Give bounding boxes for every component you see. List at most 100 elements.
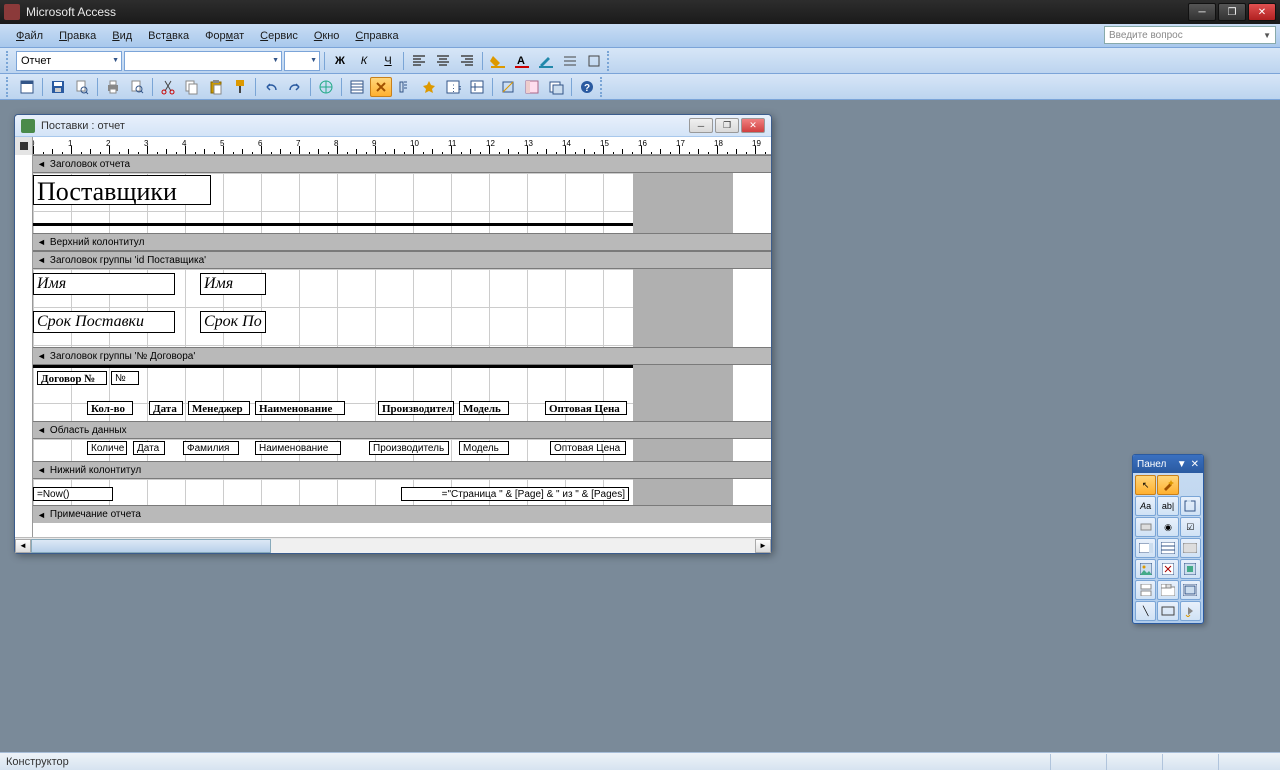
special-effect-button[interactable] xyxy=(583,51,605,71)
tool-label[interactable]: Aa xyxy=(1135,496,1156,516)
format-painter-button[interactable] xyxy=(229,77,251,97)
tool-rectangle[interactable] xyxy=(1157,601,1178,621)
menu-window[interactable]: Окно xyxy=(306,28,348,44)
hdr-qty[interactable]: Кол-во xyxy=(87,401,133,415)
contract-field[interactable]: № xyxy=(111,371,139,385)
child-minimize-button[interactable]: ─ xyxy=(689,118,713,133)
hdr-model[interactable]: Модель xyxy=(459,401,509,415)
tool-subform[interactable] xyxy=(1180,580,1201,600)
tool-pointer[interactable]: ↖ xyxy=(1135,475,1156,495)
section-report-footer[interactable]: ◄Примечание отчета xyxy=(33,505,771,523)
tool-bound-object[interactable] xyxy=(1180,559,1201,579)
toolbox-titlebar[interactable]: Панел ▼ ✕ xyxy=(1133,455,1203,473)
section-report-header[interactable]: ◄Заголовок отчета xyxy=(33,155,771,173)
font-combo[interactable]: ▼ xyxy=(124,51,282,71)
page-field[interactable]: ="Страница " & [Page] & " из " & [Pages] xyxy=(401,487,629,501)
toolbar-handle[interactable] xyxy=(6,51,11,71)
help-button[interactable]: ? xyxy=(576,77,598,97)
fld-model[interactable]: Модель xyxy=(459,441,509,455)
code-button[interactable]: ⋮≡ xyxy=(442,77,464,97)
tool-checkbox[interactable]: ☑ xyxy=(1180,517,1201,537)
section-report-header-body[interactable]: Поставщики xyxy=(33,173,733,233)
scroll-thumb[interactable] xyxy=(31,539,271,553)
section-group2-header-body[interactable]: Договор № № Кол-во Дата Менеджер Наимено… xyxy=(33,365,733,421)
insert-hyperlink-button[interactable] xyxy=(315,77,337,97)
tool-wizard[interactable] xyxy=(1157,475,1178,495)
fld-qty[interactable]: Количе xyxy=(87,441,127,455)
tool-unbound-object[interactable] xyxy=(1157,559,1178,579)
line-width-button[interactable] xyxy=(559,51,581,71)
toolbox-close-button[interactable]: ✕ xyxy=(1191,459,1199,470)
menu-insert[interactable]: Вставка xyxy=(140,28,197,44)
minimize-button[interactable]: ─ xyxy=(1188,3,1216,21)
align-left-button[interactable] xyxy=(408,51,430,71)
tool-option[interactable]: ◉ xyxy=(1157,517,1178,537)
object-combo[interactable]: Отчет▼ xyxy=(16,51,122,71)
section-group1-header[interactable]: ◄Заголовок группы 'id Поставщика' xyxy=(33,251,771,269)
fld-name[interactable]: Наименование xyxy=(255,441,341,455)
section-page-footer[interactable]: ◄Нижний колонтитул xyxy=(33,461,771,479)
fill-color-button[interactable] xyxy=(487,51,509,71)
delivery-label[interactable]: Срок Поставки xyxy=(33,311,175,333)
section-group2-header[interactable]: ◄Заголовок группы '№ Договора' xyxy=(33,347,771,365)
menu-file[interactable]: ФФайлайл xyxy=(8,28,51,44)
toolbar-end-handle-2[interactable] xyxy=(600,77,605,97)
line-control-2[interactable] xyxy=(33,365,633,368)
scroll-right-button[interactable]: ► xyxy=(755,539,771,553)
fld-surname[interactable]: Фамилия xyxy=(183,441,239,455)
menu-help[interactable]: Справка xyxy=(347,28,406,44)
menu-tools[interactable]: Сервис xyxy=(252,28,306,44)
new-object-button[interactable] xyxy=(545,77,567,97)
scroll-left-button[interactable]: ◄ xyxy=(15,539,31,553)
toolbox-window[interactable]: Панел ▼ ✕ ↖ Aa ab| ◉ ☑ ╲ xyxy=(1132,454,1204,624)
menu-view[interactable]: Вид xyxy=(104,28,140,44)
build-button[interactable] xyxy=(497,77,519,97)
fld-manuf[interactable]: Производитель xyxy=(369,441,449,455)
section-group1-header-body[interactable]: Имя Имя Срок Поставки Срок По xyxy=(33,269,733,347)
tool-toggle[interactable] xyxy=(1135,517,1156,537)
help-search-input[interactable]: Введите вопрос ▼ xyxy=(1104,26,1276,44)
italic-button[interactable]: К xyxy=(353,51,375,71)
report-titlebar[interactable]: Поставки : отчет ─ ❐ ✕ xyxy=(15,115,771,137)
tool-option-group[interactable] xyxy=(1180,496,1201,516)
maximize-button[interactable]: ❐ xyxy=(1218,3,1246,21)
design-area[interactable]: ◄Заголовок отчета Поставщики ◄Верхний ко… xyxy=(33,155,771,537)
toolbox-button[interactable] xyxy=(370,77,392,97)
menu-edit[interactable]: Правка xyxy=(51,28,104,44)
hdr-manager[interactable]: Менеджер xyxy=(188,401,250,415)
section-page-footer-body[interactable]: =Now() ="Страница " & [Page] & " из " & … xyxy=(33,479,733,505)
child-maximize-button[interactable]: ❐ xyxy=(715,118,739,133)
name-field[interactable]: Имя xyxy=(200,273,266,295)
select-all-button[interactable] xyxy=(15,137,33,155)
undo-button[interactable] xyxy=(260,77,282,97)
tool-textbox[interactable]: ab| xyxy=(1157,496,1178,516)
tool-line[interactable]: ╲ xyxy=(1135,601,1156,621)
section-detail-body[interactable]: Количе Дата Фамилия Наименование Произво… xyxy=(33,439,733,461)
file-search-button[interactable] xyxy=(71,77,93,97)
properties-button[interactable] xyxy=(466,77,488,97)
menu-format[interactable]: Формат xyxy=(197,28,252,44)
section-detail[interactable]: ◄Область данных xyxy=(33,421,771,439)
fld-price[interactable]: Оптовая Цена xyxy=(550,441,626,455)
redo-button[interactable] xyxy=(284,77,306,97)
view-button[interactable] xyxy=(16,77,38,97)
tool-listbox[interactable] xyxy=(1157,538,1178,558)
database-window-button[interactable] xyxy=(521,77,543,97)
fld-date[interactable]: Дата xyxy=(133,441,165,455)
line-control[interactable] xyxy=(33,223,633,226)
sorting-grouping-button[interactable] xyxy=(394,77,416,97)
field-list-button[interactable] xyxy=(346,77,368,97)
chevron-down-icon[interactable]: ▼ xyxy=(1177,459,1187,470)
contract-label[interactable]: Договор № xyxy=(37,371,107,385)
tool-image[interactable] xyxy=(1135,559,1156,579)
underline-button[interactable]: Ч xyxy=(377,51,399,71)
hdr-date[interactable]: Дата xyxy=(149,401,183,415)
child-close-button[interactable]: ✕ xyxy=(741,118,765,133)
toolbar-end-handle[interactable] xyxy=(607,51,612,71)
scroll-track[interactable] xyxy=(31,539,755,553)
vertical-ruler[interactable] xyxy=(15,155,33,537)
now-field[interactable]: =Now() xyxy=(33,487,113,501)
horizontal-ruler[interactable]: 012345678910111213141516171819 xyxy=(33,137,771,154)
hdr-manuf[interactable]: Производител xyxy=(378,401,454,415)
hdr-name[interactable]: Наименование xyxy=(255,401,345,415)
